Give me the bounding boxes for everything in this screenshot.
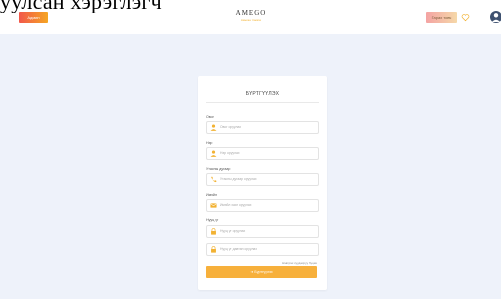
register-button-label: Бүртгүүлэх [254,270,273,274]
user-icon [210,150,217,157]
password-label: Нууц үг [206,218,219,222]
phone-label: Утасны дугаар [206,167,231,171]
first-name-input[interactable]: Нэр оруулах [206,147,319,160]
brand-tagline: Амьтан тэжээх [240,18,262,22]
email-placeholder: Имэйл хаяг оруулах [220,203,252,207]
register-button[interactable]: ➜ Бүртгүүлэх [206,266,317,278]
admin-button[interactable]: Админ [19,12,48,23]
user-icon [210,124,217,131]
password-input[interactable]: Нууц үг оруулах [206,225,319,238]
confirm-password-placeholder: Нууц үг давтан оруулах [220,247,258,251]
email-input[interactable]: Имэйл хаяг оруулах [206,199,319,212]
registration-card: БҮРТГҮҮЛЭХ Овог Овог оруулах Нэр Нэр ору… [198,76,327,290]
heart-icon[interactable] [461,13,470,22]
password-placeholder: Нууц үг оруулах [220,229,246,233]
title-divider [206,102,319,103]
phone-icon [211,176,217,183]
last-name-input[interactable]: Овог оруулах [206,121,319,134]
confirm-password-input[interactable]: Нууц үг давтан оруулах [206,243,319,256]
sign-in-icon: ➜ [250,270,254,274]
first-name-label: Нэр [206,141,213,145]
phone-placeholder: Утасны дугаар оруулах [220,177,257,181]
last-name-placeholder: Овог оруулах [220,125,242,129]
caption-overlay-text: уулсан хэрэглэгч [0,0,162,13]
back-to-login-link[interactable]: Нэвтрэх хуудасруу буцах [206,261,317,265]
phone-input[interactable]: Утасны дугаар оруулах [206,173,319,186]
lock-icon [211,246,216,253]
last-name-label: Овог [206,115,214,119]
email-label: Имэйл [206,193,217,197]
lock-icon [211,228,216,235]
form-title: БҮРТГҮҮЛЭХ [245,91,280,97]
mail-icon [210,203,217,208]
logout-button[interactable]: Гарах товч [426,12,457,23]
first-name-placeholder: Нэр оруулах [220,151,240,155]
